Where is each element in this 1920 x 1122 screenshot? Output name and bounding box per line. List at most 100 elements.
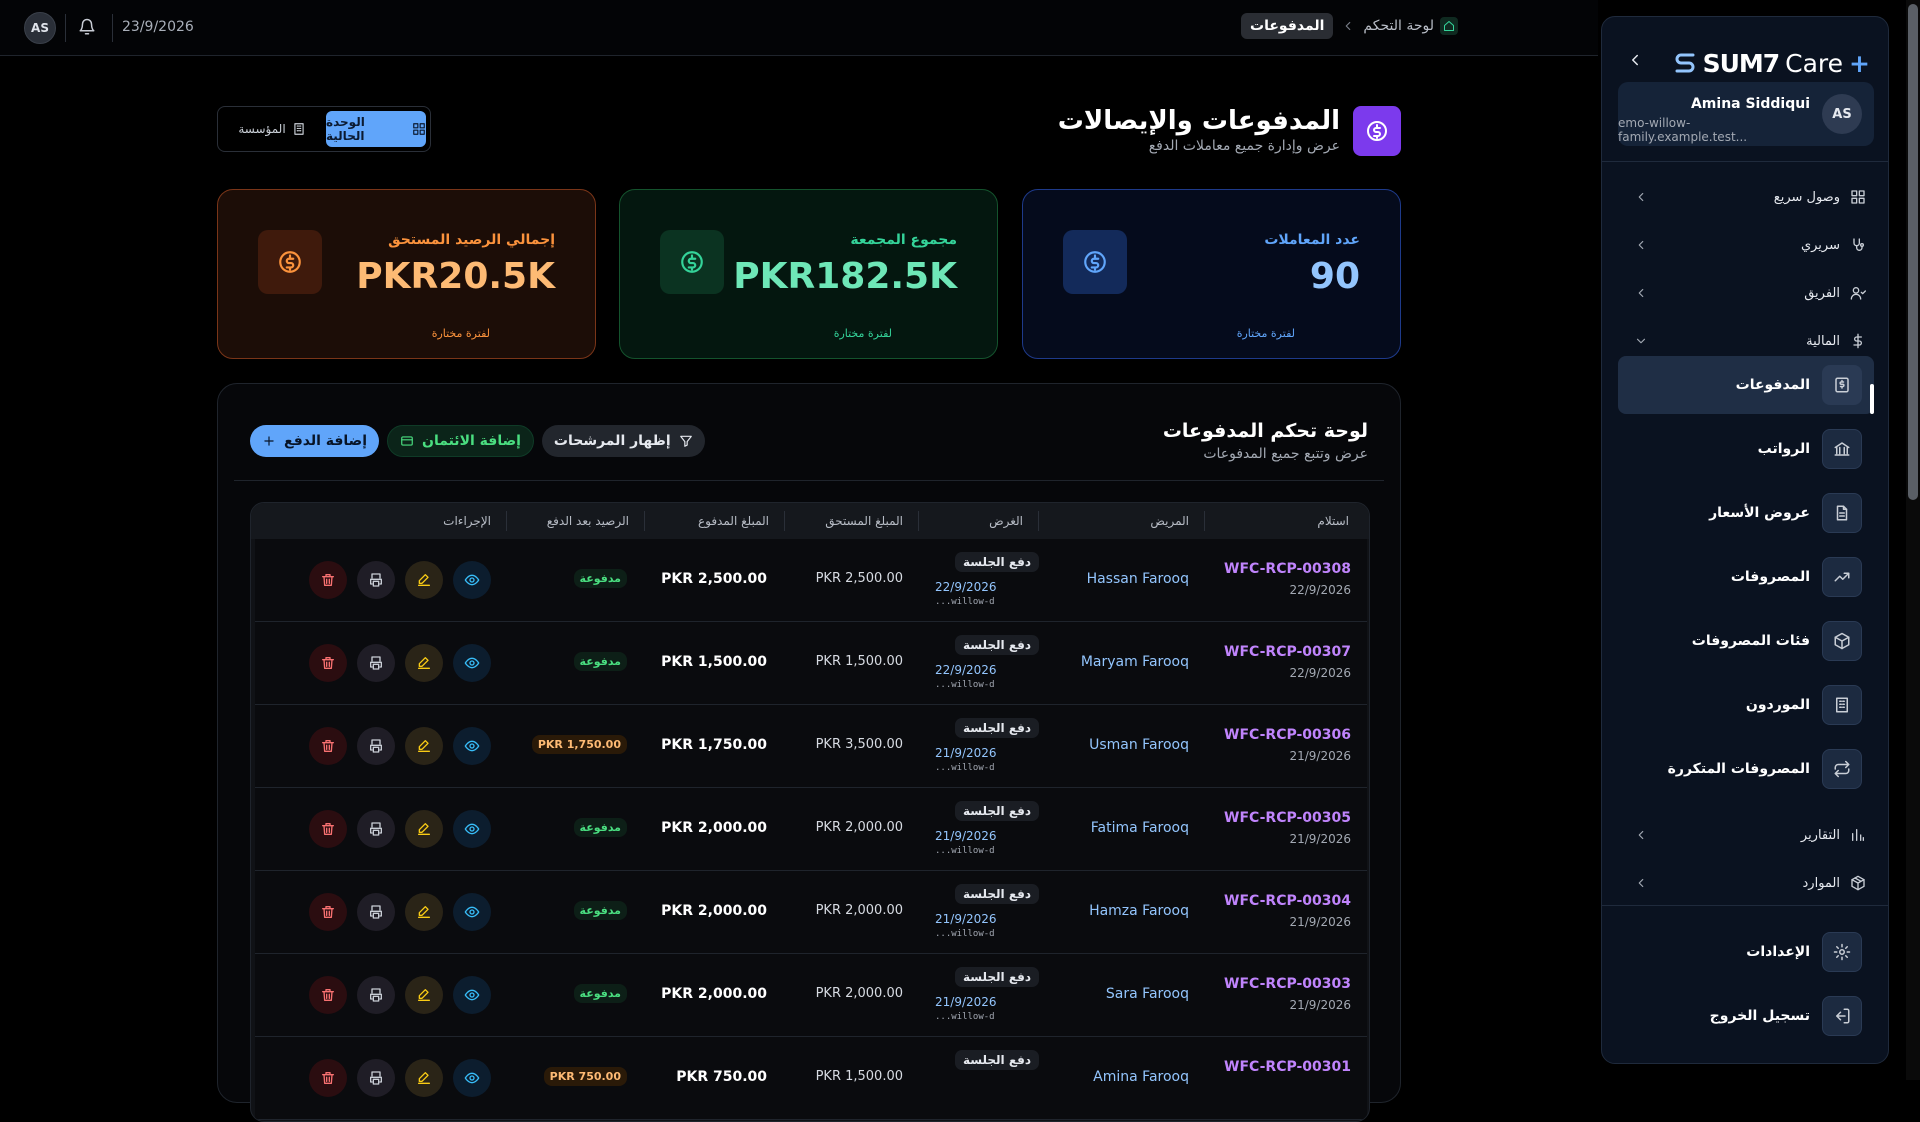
- divider: [918, 511, 919, 531]
- patient-name[interactable]: Hassan Farooq: [1087, 571, 1189, 587]
- divider: [1038, 511, 1039, 531]
- add-credit-button[interactable]: إضافة الائتمان: [387, 425, 534, 457]
- view-icon[interactable]: [453, 644, 491, 682]
- edit-icon[interactable]: [405, 810, 443, 848]
- delete-icon[interactable]: [309, 893, 347, 931]
- scope-current-unit[interactable]: الوحدة الحالية: [326, 111, 426, 147]
- sidebar-item-stethoscope[interactable]: سريري: [1618, 225, 1874, 265]
- patient-name[interactable]: Sara Farooq: [1106, 986, 1189, 1002]
- print-icon[interactable]: [357, 644, 395, 682]
- view-icon[interactable]: [453, 727, 491, 765]
- sidebar-item-label: المدفوعات: [1735, 377, 1810, 393]
- delete-icon[interactable]: [309, 810, 347, 848]
- edit-icon[interactable]: [405, 727, 443, 765]
- col-amount-paid[interactable]: المبلغ المدفوع: [698, 514, 769, 528]
- table-row[interactable]: WFC-RCP-00307 22/9/2026 Maryam Farooq دفع ا…: [255, 622, 1367, 705]
- sidebar-item-receipt-dollar[interactable]: المدفوعات: [1618, 356, 1874, 414]
- edit-icon[interactable]: [405, 976, 443, 1014]
- amount-due: PKR 1,500.00: [815, 654, 903, 669]
- sidebar-item-grid[interactable]: وصول سريع: [1618, 177, 1874, 217]
- breadcrumb-home[interactable]: لوحة التحكم: [1363, 17, 1458, 35]
- delete-icon[interactable]: [309, 561, 347, 599]
- delete-icon[interactable]: [309, 644, 347, 682]
- col-purpose[interactable]: الغرض: [989, 514, 1023, 528]
- show-filters-button[interactable]: إظهار المرشحات: [541, 425, 705, 457]
- sidebar-item-chart[interactable]: التقارير: [1618, 815, 1874, 855]
- view-icon[interactable]: [453, 976, 491, 1014]
- user-profile[interactable]: AS Amina Siddiqui emo-willow-family.exam…: [1618, 82, 1874, 146]
- amount-due: PKR 2,000.00: [815, 820, 903, 835]
- patient-name[interactable]: Fatima Farooq: [1091, 820, 1189, 836]
- edit-icon[interactable]: [405, 644, 443, 682]
- print-icon[interactable]: [357, 976, 395, 1014]
- scope-toggle: المؤسسة الوحدة الحالية: [217, 106, 431, 152]
- receipt-id[interactable]: WFC-RCP-00308: [1224, 561, 1351, 577]
- edit-icon[interactable]: [405, 893, 443, 931]
- dollar-icon: [660, 230, 724, 294]
- sidebar-item-label: عروض الأسعار: [1709, 505, 1810, 521]
- view-icon[interactable]: [453, 893, 491, 931]
- print-icon[interactable]: [357, 810, 395, 848]
- bell-icon[interactable]: [78, 18, 96, 36]
- receipt-id[interactable]: WFC-RCP-00305: [1224, 810, 1351, 826]
- card-value: PKR182.5K: [733, 256, 957, 297]
- sidebar-item-package[interactable]: الموارد: [1618, 863, 1874, 903]
- table-row[interactable]: WFC-RCP-00303 21/9/2026 Sara Farooq دفع الج…: [255, 954, 1367, 1037]
- receipt-id[interactable]: WFC-RCP-00307: [1224, 644, 1351, 660]
- table-row[interactable]: WFC-RCP-00304 21/9/2026 Hamza Farooq دفع ال…: [255, 871, 1367, 954]
- breadcrumb-current: المدفوعات: [1241, 13, 1334, 39]
- add-payment-button[interactable]: إضافة الدفع: [250, 425, 379, 457]
- scope-org-label: المؤسسة: [238, 122, 286, 136]
- receipt-id[interactable]: WFC-RCP-00304: [1224, 893, 1351, 909]
- col-balance[interactable]: الرصيد بعد الدفع: [547, 514, 629, 528]
- col-receipt[interactable]: استلام: [1317, 514, 1349, 528]
- col-patient[interactable]: المريض: [1150, 514, 1189, 528]
- col-amount-due[interactable]: المبلغ المستحق: [825, 514, 903, 528]
- view-icon[interactable]: [453, 561, 491, 599]
- print-icon[interactable]: [357, 893, 395, 931]
- table-row[interactable]: WFC-RCP-00308 22/9/2026 Hassan Farooq دفع ا…: [255, 539, 1367, 622]
- print-icon[interactable]: [357, 561, 395, 599]
- sidebar-item-users[interactable]: الفريق: [1618, 273, 1874, 313]
- table-row[interactable]: WFC-RCP-00306 21/9/2026 Usman Farooq دفع ال…: [255, 705, 1367, 788]
- delete-icon[interactable]: [309, 976, 347, 1014]
- purpose-badge: دفع الجلسة: [955, 1050, 1040, 1070]
- chevron-left-icon: [1634, 286, 1648, 300]
- balance-badge: PKR 750.00: [543, 1067, 627, 1086]
- patient-name[interactable]: Usman Farooq: [1089, 737, 1189, 753]
- sidebar-item-trending-up[interactable]: المصروفات: [1618, 548, 1874, 606]
- view-icon[interactable]: [453, 810, 491, 848]
- receipt-id[interactable]: WFC-RCP-00306: [1224, 727, 1351, 743]
- stethoscope-icon: [1850, 237, 1866, 253]
- building-icon: [1822, 685, 1862, 725]
- sidebar-item-document[interactable]: عروض الأسعار: [1618, 484, 1874, 542]
- panel-subtitle: عرض وتتبع جميع المدفوعات: [1203, 446, 1368, 462]
- sidebar-item-dollar[interactable]: المالية: [1618, 321, 1874, 361]
- receipt-id[interactable]: WFC-RCP-00301: [1224, 1059, 1351, 1075]
- sidebar-item-box[interactable]: فئات المصروفات: [1618, 612, 1874, 670]
- view-icon[interactable]: [453, 1059, 491, 1097]
- scrollbar-thumb[interactable]: [1908, 4, 1918, 500]
- print-icon[interactable]: [357, 727, 395, 765]
- add-payment-label: إضافة الدفع: [284, 433, 367, 449]
- sidebar-item-bank[interactable]: الرواتب: [1618, 420, 1874, 478]
- sidebar-item-logout[interactable]: تسجيل الخروج: [1618, 987, 1874, 1045]
- chevron-left-icon[interactable]: [1626, 51, 1644, 69]
- sidebar-item-repeat[interactable]: المصروفات المتكررة: [1618, 740, 1874, 798]
- patient-name[interactable]: Hamza Farooq: [1089, 903, 1189, 919]
- edit-icon[interactable]: [405, 1059, 443, 1097]
- sidebar-item-settings[interactable]: الإعدادات: [1618, 923, 1874, 981]
- edit-icon[interactable]: [405, 561, 443, 599]
- receipt-date: 21/9/2026: [1289, 998, 1351, 1012]
- table-row[interactable]: WFC-RCP-00305 21/9/2026 Fatima Farooq دفع ا…: [255, 788, 1367, 871]
- patient-name[interactable]: Maryam Farooq: [1081, 654, 1189, 670]
- delete-icon[interactable]: [309, 1059, 347, 1097]
- avatar[interactable]: AS: [24, 12, 56, 44]
- patient-name[interactable]: Amina Farooq: [1093, 1069, 1189, 1085]
- receipt-id[interactable]: WFC-RCP-00303: [1224, 976, 1351, 992]
- delete-icon[interactable]: [309, 727, 347, 765]
- print-icon[interactable]: [357, 1059, 395, 1097]
- scope-organization[interactable]: المؤسسة: [222, 111, 322, 147]
- table-row[interactable]: WFC-RCP-00301 Amina Farooq دفع الجلسة PKR 1…: [255, 1037, 1367, 1120]
- sidebar-item-building[interactable]: الموردون: [1618, 676, 1874, 734]
